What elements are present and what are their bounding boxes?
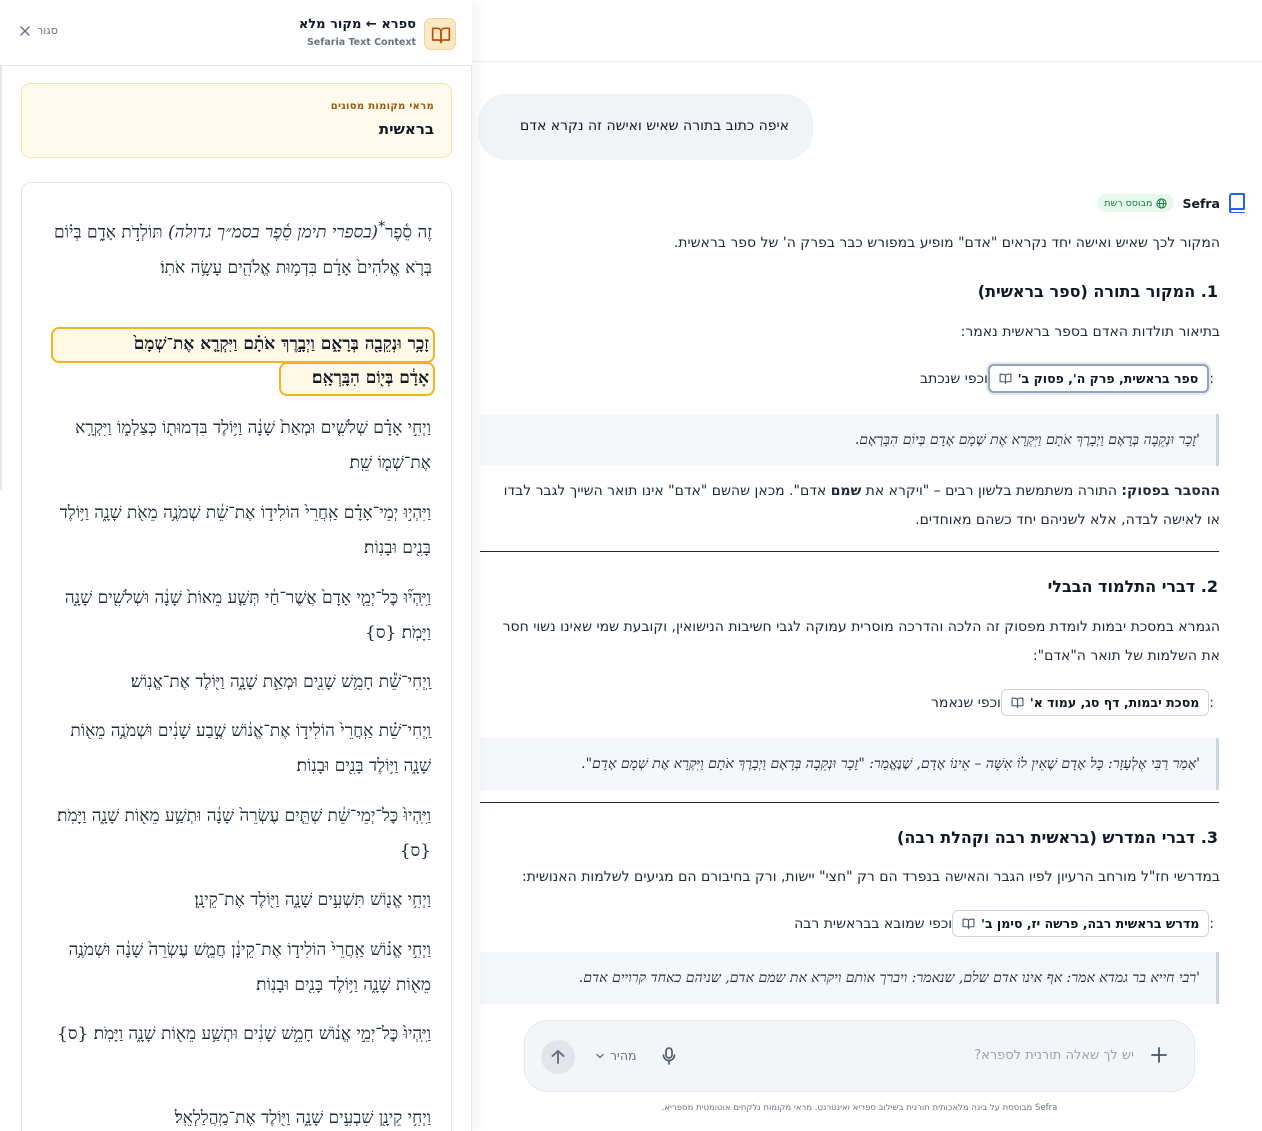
section-heading: 3. דברי המדרש (בראשית רבה וקהלת רבה)	[897, 828, 1218, 847]
citation-lead: וכפי שנכתב	[920, 370, 988, 387]
verse: וַיִּֽהְי֞וּ כׇּל־יְמֵ֤י אָדָם֙ אֲשֶׁר־ח…	[64, 588, 431, 643]
citation-chip[interactable]: מדרש בראשית רבה, פרשה יז, סימן ב'	[952, 910, 1210, 937]
plus-icon[interactable]	[1150, 1046, 1168, 1064]
citation-row: וכפי שנאמר מסכת יבמות, דף סג, עמוד א' :	[923, 689, 1220, 716]
microphone-icon[interactable]	[662, 1047, 676, 1065]
assistant-header: Sefra מבוסס רשת	[1097, 192, 1246, 214]
section-body: בתיאור תולדות האדם בספר בראשית נאמר:	[960, 324, 1220, 340]
verse: וַיְחִ֣י אֱנ֗וֹשׁ אַֽחֲרֵי֙ הוֹלִיד֣וֹ א…	[68, 940, 431, 995]
web-badge: מבוסס רשת	[1097, 194, 1175, 212]
verse: זֶה סֵ֫פֶר*(בספרי תימן סֵ֫פֶר בסמ״ך גדול…	[54, 219, 432, 278]
verse: וַיִּהְי֣וּ יְמֵי־אָדָ֗ם אַֽחֲרֵי֙ הוֹלִ…	[59, 503, 431, 558]
book-open-icon	[962, 918, 975, 929]
verse: וַיִּֽהְיוּ֙ כׇּל־יְמֵי־שֵׁ֔ת שְׁתֵּ֤ים …	[57, 806, 431, 861]
book-open-icon	[999, 373, 1012, 384]
verse: וַיְחִ֣י אָדָ֗ם שְׁלֹשִׁ֤ים וּמְאַת֙ שָׁ…	[75, 418, 431, 473]
book-open-icon	[1011, 697, 1024, 708]
citation-chip[interactable]: מסכת יבמות, דף סג, עמוד א'	[1000, 689, 1210, 716]
verse: וַֽיְחִי־שֵׁ֗ת אַֽחֲרֵי֙ הוֹלִיד֣וֹ אֶת־…	[70, 721, 431, 776]
arrow-up-icon	[551, 1050, 565, 1064]
chat-input[interactable]: יש לך שאלה תורנית לספרא?	[974, 1048, 1134, 1063]
citation-lead: וכפי שמובא בבראשית רבה	[794, 915, 953, 932]
section-body: במדרשי חז"ל מורחב הרעיון לפיו הגבר והאיש…	[521, 869, 1220, 885]
book-icon	[1229, 193, 1245, 213]
citation-label: מסכת יבמות, דף סג, עמוד א'	[1029, 695, 1200, 710]
citation-colon: :	[1209, 915, 1214, 932]
section-explanation: ההסבר בפסוק: התורה משתמשת בלשון רבים – "…	[503, 483, 1220, 528]
source-card-book: בראשית	[378, 120, 434, 138]
section-heading: 1. המקור בתורה (ספר בראשית)	[977, 282, 1218, 301]
citation-colon: :	[1209, 694, 1214, 711]
verse: וַיְחִ֥י קֵינָ֖ן שִׁבְעִ֣ים שָׁנָ֑ה וַיּ…	[174, 1108, 431, 1128]
source-card: מראי מקומות מסוגים בראשית	[21, 83, 452, 158]
top-bar	[472, 0, 1262, 62]
answer-intro: המקור לכך שאיש ואישה יחד נקראים "אדם" מו…	[673, 235, 1220, 251]
citation-chip[interactable]: ספר בראשית, פרק ה', פסוק ב'	[987, 364, 1210, 393]
assistant-name: Sefra	[1182, 195, 1220, 211]
chat-input-box: יש לך שאלה תורנית לספרא? מהיר	[524, 1020, 1195, 1092]
source-quote: 'אָמַר רַבִּי אֶלְעָזָר: כָּל אָדָם שֶׁא…	[480, 738, 1219, 790]
mode-select[interactable]: מהיר	[595, 1048, 637, 1063]
source-side-panel: ספרא ← מקור מלא Sefaria Text Context סגו…	[0, 0, 472, 1131]
panel-edge	[0, 66, 2, 490]
citation-row: וכפי שנכתב ספר בראשית, פרק ה', פסוק ב' :	[912, 364, 1220, 393]
verse: וַיִּֽהְיוּ֙ כׇּל־יְמֵ֣י אֱנ֔וֹשׁ חָמֵ֣ש…	[57, 1024, 431, 1044]
book-open-icon	[424, 18, 456, 50]
verse: וַֽיְחִי־שֵׁ֕ת חָמֵ֥שׁ שָׁנִ֖ים וּמְאַ֣ת…	[130, 672, 431, 692]
source-card-label: מראי מקומות מסוגים	[330, 101, 434, 112]
citation-lead: וכפי שנאמר	[931, 694, 1001, 711]
mode-label: מהיר	[610, 1048, 637, 1063]
citation-label: מדרש בראשית רבה, פרשה יז, סימן ב'	[981, 916, 1200, 931]
highlighted-verse-line: אָדָ֔ם בְּי֖וֹם הִבָּֽרְאָֽם׃	[312, 368, 429, 388]
verse: וַיְחִ֥י אֱנ֖וֹשׁ תִּשְׁעִ֣ים שָׁנָ֑ה וַ…	[194, 890, 431, 910]
section-heading: 2. דברי התלמוד הבבלי	[1047, 577, 1218, 596]
globe-icon	[1156, 197, 1168, 209]
citation-row: וכפי שמובא בבראשית רבה מדרש בראשית רבה, …	[786, 910, 1220, 937]
side-panel-header: ספרא ← מקור מלא Sefaria Text Context סגו…	[0, 0, 472, 66]
web-badge-label: מבוסס רשת	[1104, 197, 1153, 209]
chevron-down-icon	[596, 1053, 604, 1058]
side-panel-subtitle: Sefaria Text Context	[306, 37, 416, 48]
divider	[480, 551, 1219, 552]
highlighted-verse-line: זָכָ֥ר וּנְקֵבָ֖ה בְּרָאָ֑ם וַיְבָ֣רֶךְ …	[133, 334, 429, 354]
divider	[480, 802, 1219, 803]
citation-colon: :	[1209, 370, 1214, 387]
side-panel-title: ספרא ← מקור מלא	[298, 17, 416, 32]
source-quote: 'זָכָר וּנְקֵבָה בְּרָאָם וַיְבָרֶךְ אֹת…	[480, 414, 1219, 466]
close-icon	[20, 25, 30, 36]
user-message-bubble: איפה כתוב בתורה שאיש ואישה זה נקרא אדם	[478, 94, 813, 160]
citation-label: ספר בראשית, פרק ה', פסוק ב'	[1017, 371, 1199, 386]
user-message-text: איפה כתוב בתורה שאיש ואישה זה נקרא אדם	[520, 118, 789, 134]
disclaimer: Sefra מבוססת על בינה מלאכותית תורנית בשי…	[661, 1103, 1058, 1113]
source-quote: 'רבי חייא בר גמדא אמר: אף אינו אדם שלם, …	[480, 952, 1219, 1004]
section-body: הגמרא במסכת יבמות לומדת מפסוק זה הלכה וה…	[502, 619, 1220, 664]
send-button[interactable]	[541, 1040, 575, 1074]
close-button[interactable]: סגור	[20, 24, 58, 37]
close-label: סגור	[37, 24, 58, 37]
